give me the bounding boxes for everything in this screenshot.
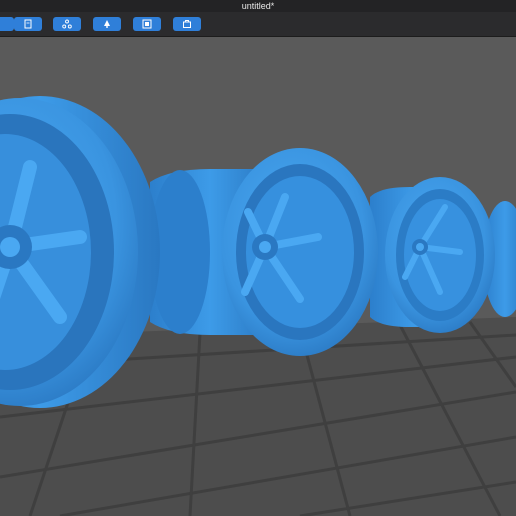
support-button[interactable] bbox=[93, 17, 121, 31]
wheel-model-3[interactable] bbox=[370, 177, 495, 333]
document-icon bbox=[24, 19, 32, 29]
document-button[interactable] bbox=[14, 17, 42, 31]
window-title: untitled* bbox=[241, 1, 275, 11]
share-network-icon bbox=[62, 19, 72, 29]
support-tree-icon bbox=[104, 20, 110, 28]
package-icon bbox=[183, 20, 191, 28]
share-button[interactable] bbox=[53, 17, 81, 31]
package-button[interactable] bbox=[173, 17, 201, 31]
top-toolbar bbox=[0, 12, 516, 37]
window-titlebar: untitled* bbox=[0, 0, 516, 12]
wheel-model-2[interactable] bbox=[150, 148, 378, 356]
viewport-scene bbox=[0, 37, 516, 516]
frame-icon bbox=[142, 19, 152, 29]
3d-viewport[interactable] bbox=[0, 37, 516, 516]
frame-button[interactable] bbox=[133, 17, 161, 31]
partial-left-button[interactable] bbox=[0, 17, 14, 31]
